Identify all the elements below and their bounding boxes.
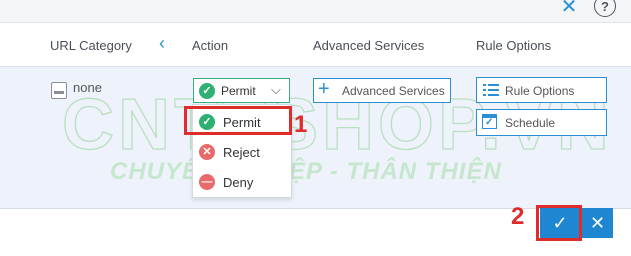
calendar-check-icon bbox=[482, 114, 497, 129]
table-header: URL Category ‹ Action Advanced Services … bbox=[0, 24, 631, 67]
chevron-left-icon[interactable]: ‹ bbox=[159, 33, 165, 54]
close-icon: ✕ bbox=[589, 212, 606, 233]
highlight-box-step-2 bbox=[536, 205, 582, 241]
column-header-rule-options: Rule Options bbox=[476, 38, 552, 53]
plus-icon: + bbox=[318, 78, 330, 100]
advanced-services-button[interactable]: + Advanced Services bbox=[313, 78, 451, 103]
advanced-services-button-label: Advanced Services bbox=[342, 84, 445, 98]
close-icon[interactable]: ✕ bbox=[557, 0, 581, 18]
column-header-action: Action bbox=[192, 38, 229, 53]
action-selected-label: Permit bbox=[221, 84, 256, 98]
url-category-value: none bbox=[73, 80, 102, 95]
step-number-2: 2 bbox=[511, 203, 525, 230]
minus-circle-icon: — bbox=[199, 174, 215, 190]
action-option-label: Deny bbox=[223, 175, 254, 190]
check-circle-icon: ✓ bbox=[199, 83, 215, 99]
action-option-reject[interactable]: ✕ Reject bbox=[193, 138, 291, 166]
rule-options-button-label: Rule Options bbox=[505, 84, 575, 98]
rule-options-button[interactable]: Rule Options bbox=[476, 77, 607, 103]
chevron-down-icon: ⌵ bbox=[271, 82, 281, 97]
column-header-advanced-services: Advanced Services bbox=[313, 38, 425, 53]
action-option-deny[interactable]: — Deny bbox=[193, 168, 291, 196]
step-number-1: 1 bbox=[294, 111, 308, 138]
file-icon bbox=[51, 82, 67, 99]
cancel-button[interactable]: ✕ bbox=[582, 208, 613, 238]
action-select[interactable]: ✓ Permit ⌵ bbox=[193, 78, 290, 103]
schedule-button-label: Schedule bbox=[505, 116, 556, 130]
help-icon[interactable]: ? bbox=[594, 0, 616, 17]
highlight-box-step-1 bbox=[184, 106, 292, 135]
top-toolbar: ✕ ? bbox=[0, 0, 631, 23]
column-header-url-category: URL Category bbox=[50, 38, 132, 53]
x-circle-icon: ✕ bbox=[199, 144, 215, 160]
action-option-label: Reject bbox=[223, 145, 260, 160]
schedule-button[interactable]: Schedule bbox=[476, 109, 607, 136]
list-icon bbox=[483, 84, 499, 97]
